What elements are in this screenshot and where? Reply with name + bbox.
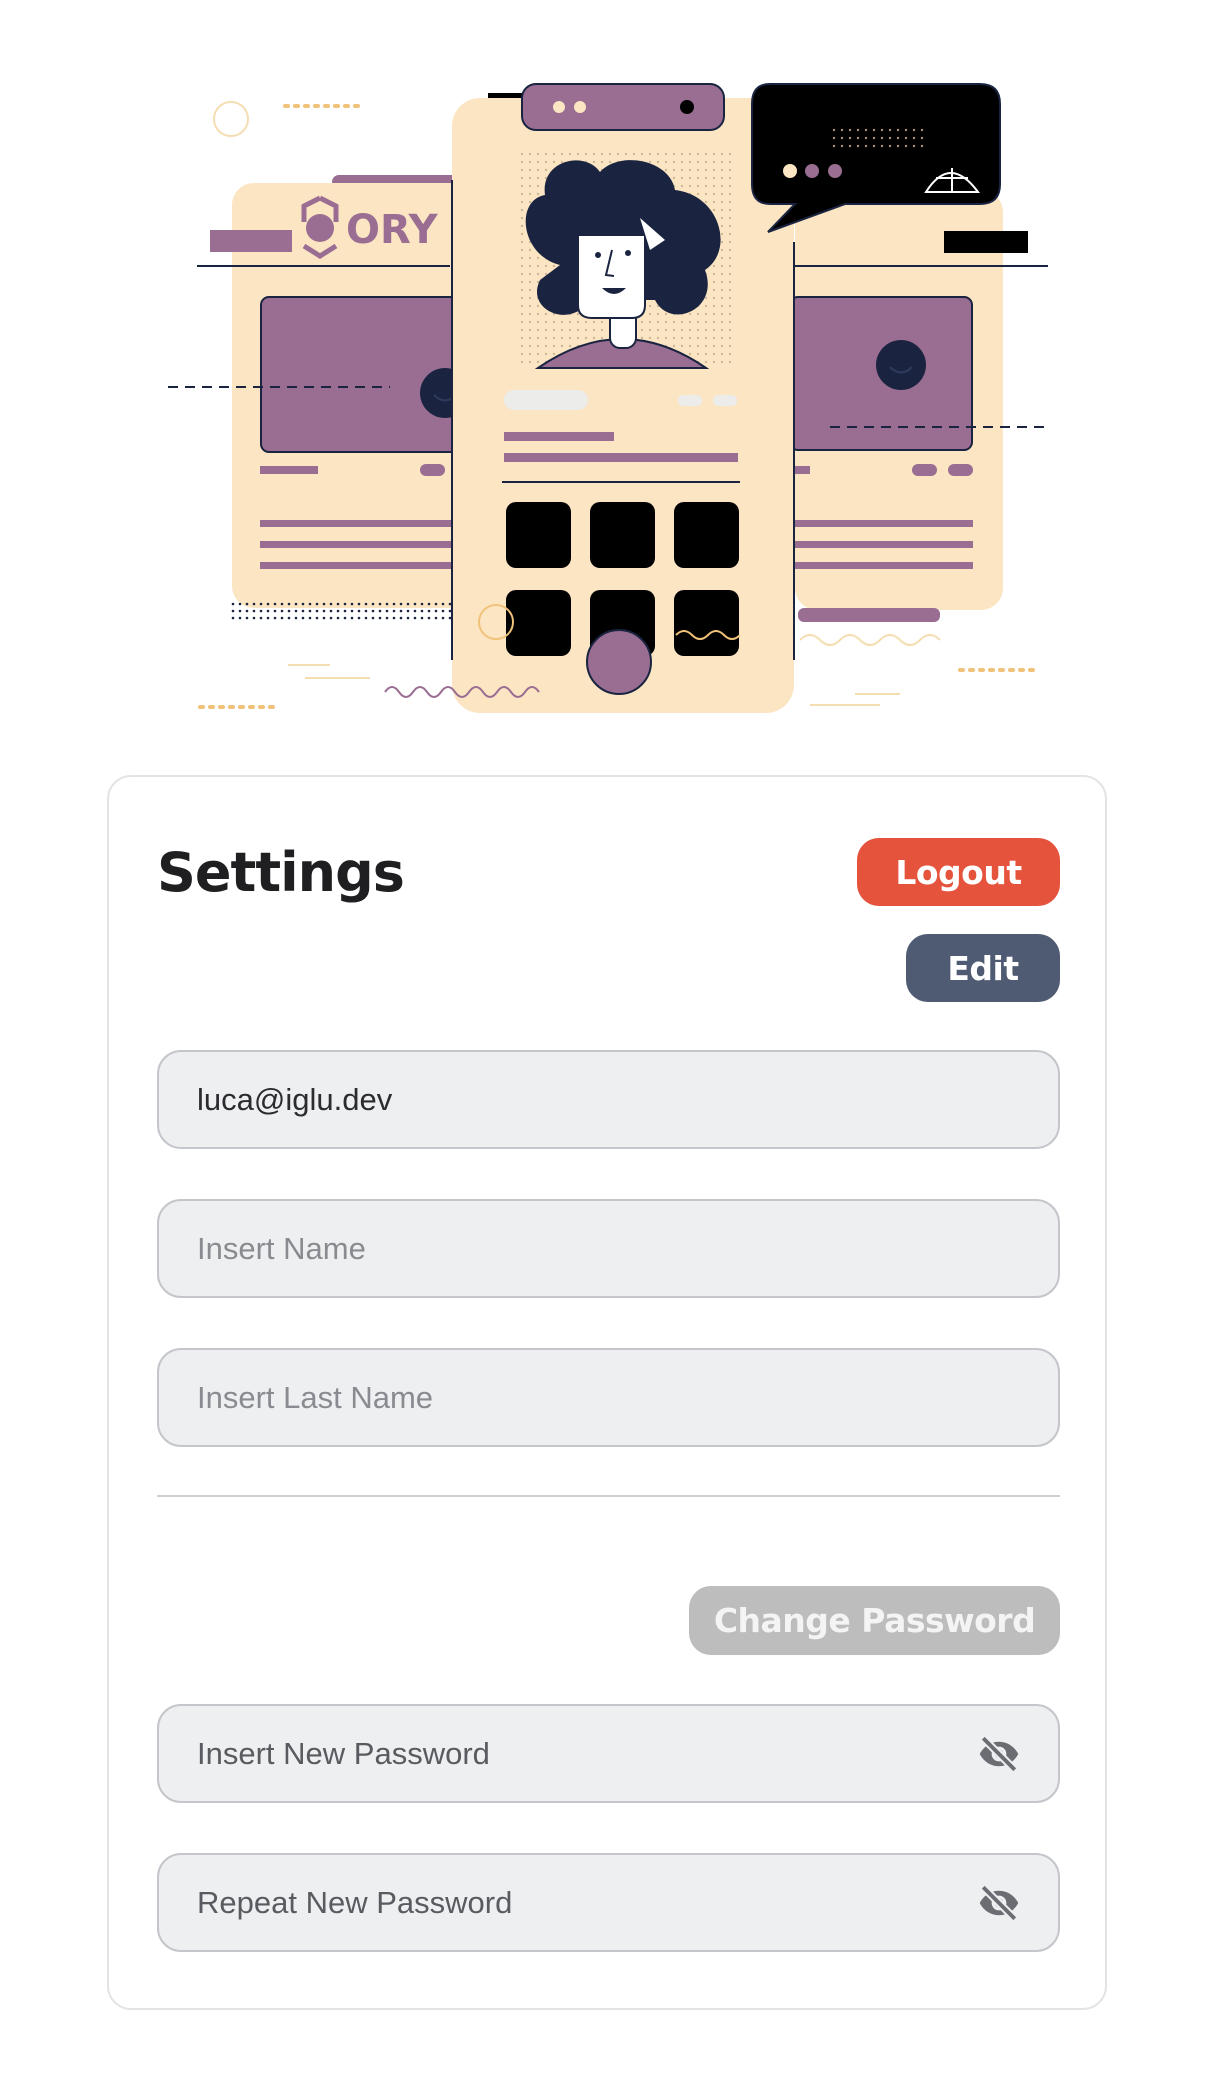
name-field-container (157, 1199, 1060, 1298)
edit-button[interactable]: Edit (906, 934, 1060, 1002)
section-divider (157, 1495, 1060, 1497)
new-password-field[interactable] (197, 1706, 977, 1801)
email-field-container (157, 1050, 1060, 1149)
eye-slash-icon[interactable] (978, 1736, 1020, 1772)
logout-button[interactable]: Logout (857, 838, 1060, 906)
change-password-button[interactable]: Change Password (689, 1586, 1060, 1655)
repeat-password-field-container (157, 1853, 1060, 1952)
first-name-field[interactable] (197, 1201, 977, 1296)
last-name-field-container (157, 1348, 1060, 1447)
repeat-password-field[interactable] (197, 1855, 977, 1950)
new-password-field-container (157, 1704, 1060, 1803)
hero-illustration: ORY (168, 83, 1048, 713)
page-title: Settings (157, 841, 405, 904)
email-field[interactable] (197, 1052, 977, 1147)
last-name-field[interactable] (197, 1350, 977, 1445)
brand-logo-text: ORY (346, 207, 439, 253)
eye-slash-icon[interactable] (978, 1885, 1020, 1921)
